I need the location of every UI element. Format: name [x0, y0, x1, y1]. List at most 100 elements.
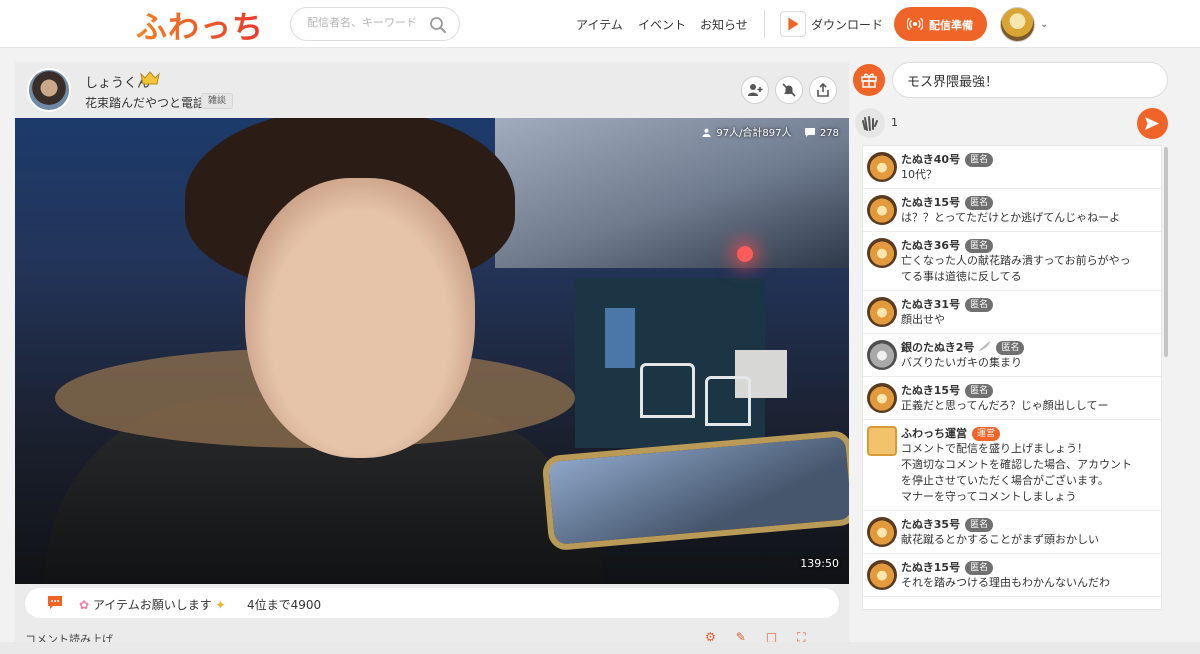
nav-events[interactable]: イベント [638, 16, 686, 33]
comment-count: 278 [804, 128, 839, 139]
commenter-avatar[interactable] [867, 195, 897, 225]
rank-goal-text: 4位まで4900 [247, 598, 322, 612]
player-toolbar-icons[interactable]: ⚙✎□⛶ [705, 630, 835, 644]
bell-off-icon [782, 83, 796, 97]
viewer-count: 97人/合計897人 [702, 124, 792, 139]
comment-item[interactable]: たぬき15号 匿名 それを踏みつける理由もわかんないんだわ [863, 554, 1161, 597]
commenter-avatar[interactable] [867, 152, 897, 182]
announcement-text: ✿ アイテムお願いします ✦ [79, 596, 226, 613]
gift-icon [861, 73, 877, 88]
comment-header: たぬき31号 匿名 [901, 296, 1157, 312]
nav-divider [764, 10, 765, 38]
nav-news[interactable]: お知らせ [700, 16, 748, 33]
search-box[interactable] [290, 7, 460, 41]
commenter-name[interactable]: たぬき35号 [901, 518, 960, 531]
comment-item[interactable]: たぬき40号 匿名 10代？ [863, 146, 1161, 189]
site-header: ふわっち アイテム イベント お知らせ ダウンロード 配信準備 ⌄ [0, 0, 1200, 48]
commenter-name[interactable]: たぬき31号 [901, 298, 960, 311]
announcement-bar: ✿ アイテムお願いします ✦ 4位まで4900 [25, 588, 839, 618]
commenter-name[interactable]: たぬき15号 [901, 561, 960, 574]
comment-item[interactable]: たぬき31号 匿名 顔出せや [863, 291, 1161, 334]
share-button[interactable] [809, 76, 837, 104]
commenter-name[interactable]: たぬき40号 [901, 153, 960, 166]
category-badge[interactable]: 雑談 [201, 93, 234, 109]
commenter-avatar[interactable] [867, 383, 897, 413]
commenter-name[interactable]: 銀のたぬき2号 [901, 341, 974, 354]
anonymous-badge: 匿名 [996, 341, 1025, 355]
comment-header: ふわっち運営 運営 [901, 425, 1157, 441]
comment-input[interactable] [892, 62, 1168, 98]
anonymous-badge: 匿名 [965, 384, 994, 398]
comment-header: たぬき40号 匿名 [901, 151, 1157, 167]
go-live-button[interactable]: 配信準備 [894, 7, 987, 41]
comment-header: たぬき15号 匿名 [901, 382, 1157, 398]
anonymous-badge: 匿名 [965, 298, 994, 312]
commenter-name[interactable]: たぬき36号 [901, 239, 960, 252]
mute-notify-button[interactable] [775, 76, 803, 104]
staff-badge: 運営 [972, 427, 1001, 441]
clap-button[interactable] [855, 108, 885, 138]
comment-text: バズりたいガキの集まり [901, 356, 1022, 369]
nav-items[interactable]: アイテム [576, 16, 623, 33]
stream-panel: しょうくん 花束踏んだやつと電話 雑談 97人/合計897人 278 139:5… [15, 62, 849, 646]
send-icon [1145, 117, 1159, 130]
send-comment-button[interactable] [1137, 108, 1168, 139]
video-streamer-face [245, 178, 475, 458]
search-icon[interactable] [429, 16, 447, 34]
video-scene-chair [705, 376, 751, 426]
share-icon [817, 82, 829, 97]
download-app-icon[interactable] [780, 11, 806, 37]
comment-item[interactable]: たぬき15号 匿名 は？？とってただけとか逃げてんじゃねーよ [863, 189, 1161, 232]
comment-text: 顔出せや [901, 313, 945, 326]
page-bottom [0, 642, 1200, 654]
comment-item[interactable]: たぬき35号 匿名 献花蹴るとかすることがまず頭おかしい [863, 511, 1161, 554]
video-scene-chair [640, 363, 695, 418]
commenter-name[interactable]: ふわっち運営 [901, 427, 967, 440]
video-player[interactable]: 97人/合計897人 278 139:50 [15, 118, 849, 584]
anonymous-badge: 匿名 [965, 561, 994, 575]
video-scene-light [737, 246, 753, 262]
commenter-avatar[interactable] [867, 238, 897, 268]
gift-button[interactable] [853, 64, 885, 96]
flower-icon: ✿ [79, 598, 90, 612]
commenter-name[interactable]: たぬき15号 [901, 384, 960, 397]
comment-text: は？？とってただけとか逃げてんじゃねーよ [901, 211, 1121, 224]
comment-text: それを踏みつける理由もわかんないんだわ [901, 576, 1110, 589]
person-icon [702, 128, 711, 137]
commenter-avatar[interactable] [867, 426, 897, 456]
feather-icon [977, 340, 991, 352]
commenter-avatar[interactable] [867, 517, 897, 547]
follow-button[interactable] [741, 76, 769, 104]
comment-text: 正義だと思ってんだろ？じゃ顔出ししてー [901, 399, 1109, 412]
anonymous-badge: 匿名 [965, 153, 994, 167]
commenter-avatar[interactable] [867, 340, 897, 370]
commenter-avatar[interactable] [867, 297, 897, 327]
comment-header: 銀のたぬき2号 匿名 [901, 339, 1157, 355]
comment-scrollbar[interactable] [1164, 147, 1168, 357]
comment-item[interactable]: たぬき36号 匿名 亡くなった人の献花踏み潰すってお前らがやっ てる事は道徳に反して… [863, 232, 1161, 291]
comment-list[interactable]: たぬき40号 匿名 10代？ たぬき15号 匿名 は？？とってただけとか逃げてんじゃねーよ… [862, 145, 1162, 610]
user-avatar[interactable] [1000, 7, 1035, 42]
commenter-name[interactable]: たぬき15号 [901, 196, 960, 209]
site-logo[interactable]: ふわっち [136, 2, 264, 47]
search-input[interactable] [307, 16, 427, 29]
comment-text: 10代？ [901, 168, 937, 181]
comment-item[interactable]: ふわっち運営 運営 コメントで配信を盛り上げましょう！ 不適切なコメントを確認した場… [863, 420, 1161, 511]
video-background [495, 118, 849, 268]
stream-title: 花束踏んだやつと電話 [85, 96, 206, 110]
clap-icon [862, 116, 878, 131]
comment-count-text: 278 [819, 128, 839, 139]
chevron-down-icon[interactable]: ⌄ [1040, 19, 1048, 30]
comment-text: 献花蹴るとかすることがまず頭おかしい [901, 533, 1099, 546]
streamer-avatar[interactable] [27, 68, 71, 112]
comment-item[interactable]: たぬき15号 匿名 正義だと思ってんだろ？じゃ顔出ししてー [863, 377, 1161, 420]
add-user-icon [748, 84, 763, 96]
viewer-count-text: 97人/合計897人 [716, 128, 792, 139]
commenter-avatar[interactable] [867, 560, 897, 590]
anonymous-badge: 匿名 [965, 518, 994, 532]
comment-text: コメントで配信を盛り上げましょう！ 不適切なコメントを確認した場合、アカウント … [901, 442, 1132, 503]
download-link[interactable]: ダウンロード [811, 16, 883, 33]
hands-icon: ✦ [215, 598, 226, 612]
comment-header: たぬき15号 匿名 [901, 194, 1157, 210]
comment-item[interactable]: 銀のたぬき2号 匿名 バズりたいガキの集まり [863, 334, 1161, 377]
